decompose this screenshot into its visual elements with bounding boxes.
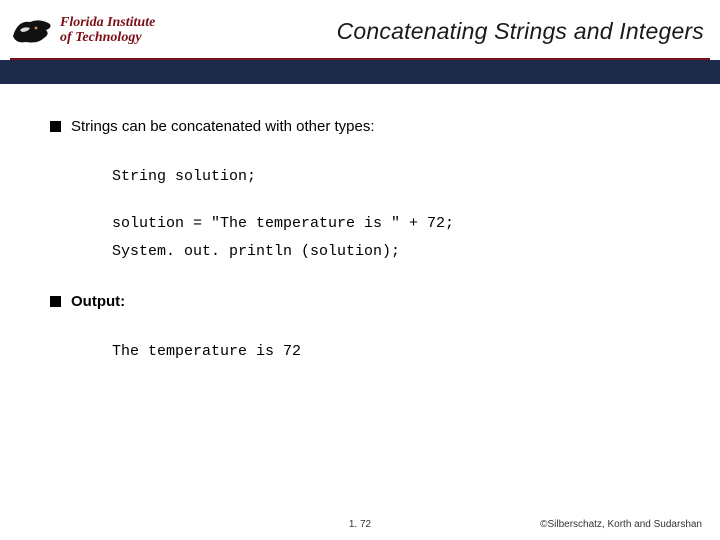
panther-icon <box>10 14 54 48</box>
code-block: String solution; <box>112 163 670 192</box>
square-bullet-icon <box>50 296 61 307</box>
page-number: 1. 72 <box>349 519 371 530</box>
bullet-text: Output: <box>71 293 125 310</box>
output-line: The temperature is 72 <box>112 343 301 360</box>
navy-bar <box>0 60 720 84</box>
code-line: solution = "The temperature is " + 72; <box>112 215 454 232</box>
bullet-item: Output: <box>50 293 670 310</box>
slide-title: Concatenating Strings and Integers <box>155 18 710 45</box>
footer: 1. 72 ©Silberschatz, Korth and Sudarshan <box>0 519 720 530</box>
content: Strings can be concatenated with other t… <box>0 84 720 366</box>
logo-line1: Florida Institute <box>60 15 155 30</box>
bullet-item: Strings can be concatenated with other t… <box>50 118 670 135</box>
bullet-text: Strings can be concatenated with other t… <box>71 118 375 135</box>
code-line: System. out. println (solution); <box>112 243 400 260</box>
copyright: ©Silberschatz, Korth and Sudarshan <box>540 519 702 530</box>
code-line: String solution; <box>112 168 256 185</box>
code-block: solution = "The temperature is " + 72; <box>112 210 670 239</box>
output-block: The temperature is 72 <box>112 338 670 367</box>
square-bullet-icon <box>50 121 61 132</box>
code-block: System. out. println (solution); <box>112 238 670 267</box>
logo: Florida Institute of Technology <box>10 14 155 48</box>
logo-line2: of Technology <box>60 31 155 46</box>
logo-text: Florida Institute of Technology <box>60 16 155 45</box>
header: Florida Institute of Technology Concaten… <box>0 0 720 58</box>
